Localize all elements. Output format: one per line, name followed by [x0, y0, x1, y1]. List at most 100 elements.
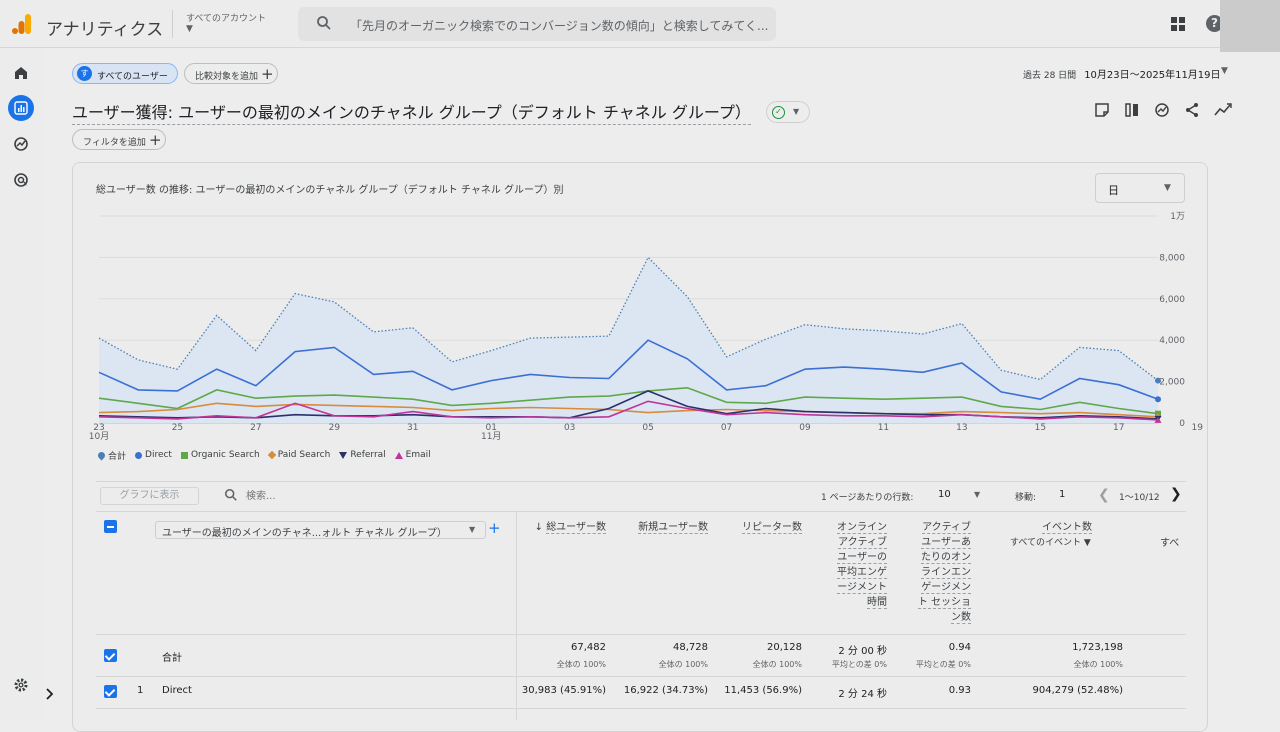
- rows-per-page-label: 1 ページあたりの行数:: [821, 493, 914, 503]
- col-engaged-sessions[interactable]: アクティブユーザーあたりのオンラインエンゲージメント セッション数: [916, 520, 971, 625]
- total-sub: 平均との差 0%: [915, 660, 971, 669]
- legend-marker-icon: [339, 451, 348, 459]
- legend-label: Referral: [350, 450, 386, 460]
- total-sub: 全体の 100%: [556, 660, 606, 669]
- total-row-checkbox[interactable]: [104, 649, 117, 662]
- x-tick-label: 03: [564, 423, 575, 433]
- x-tick-label: 25: [172, 423, 183, 433]
- rows-per-page-select[interactable]: 10: [938, 489, 951, 500]
- sort-desc-icon: ↓: [534, 522, 543, 533]
- total-value: 67,482: [571, 642, 606, 653]
- x-tick-label: 07: [721, 423, 732, 433]
- row-value: 0.93: [948, 685, 971, 696]
- next-page-icon[interactable]: ❯: [1170, 486, 1182, 502]
- row-divider: [96, 676, 1186, 677]
- legend-marker-icon: [135, 451, 143, 459]
- select-all-checkbox[interactable]: [104, 520, 117, 533]
- col-total-users-label: 総ユーザー数: [546, 522, 606, 534]
- total-sub: 全体の 100%: [658, 660, 708, 669]
- legend-marker-icon: [96, 450, 107, 460]
- add-dimension-button[interactable]: +: [488, 519, 501, 537]
- total-sub: 平均との差 0%: [831, 660, 887, 669]
- y-tick-label: 1万: [1170, 212, 1185, 222]
- legend-item[interactable]: Referral: [339, 448, 386, 462]
- x-tick-label: 19: [1191, 423, 1203, 433]
- x-tick-label: 31: [407, 423, 418, 433]
- event-filter-label: すべてのイベント: [1010, 538, 1082, 548]
- page-range: 1〜10/12: [1119, 493, 1160, 503]
- total-row-divider: [96, 634, 1186, 635]
- y-tick-label: 0: [1179, 419, 1185, 429]
- col-engaged-sessions-label: アクティブユーザーあたりのオンラインエンゲージメント セッション数: [917, 522, 971, 624]
- prev-page-icon[interactable]: ❮: [1098, 487, 1110, 503]
- total-row-label: 合計: [162, 653, 182, 664]
- legend-marker-icon: [180, 451, 188, 459]
- x-tick-label: 29: [329, 423, 341, 433]
- total-sub: 全体の 100%: [1073, 660, 1123, 669]
- y-tick-label: 4,000: [1159, 336, 1185, 346]
- dimension-select-label: ユーザーの最初のメインのチャネ...ォルト チャネル グループ）: [162, 528, 447, 539]
- y-tick-label: 2,000: [1159, 378, 1185, 388]
- plot-rows-button[interactable]: グラフに表示: [100, 487, 199, 505]
- dimension-caret-icon: ▼: [469, 525, 476, 534]
- legend-item[interactable]: Direct: [135, 448, 172, 462]
- x-tick-label: 11: [878, 423, 889, 433]
- legend-label: Organic Search: [190, 450, 260, 460]
- event-filter-select[interactable]: すべてのイベント ▼: [1010, 536, 1116, 551]
- legend-marker-icon: [394, 451, 403, 459]
- dimension-select[interactable]: ユーザーの最初のメインのチャネ...ォルト チャネル グループ） ▼: [155, 521, 486, 539]
- legend-item[interactable]: Email: [394, 448, 431, 462]
- goto-label: 移動:: [1015, 493, 1037, 503]
- row-value: 30,983 (45.91%): [521, 685, 606, 696]
- total-value: 0.94: [948, 642, 971, 653]
- x-tick-label: 17: [1113, 423, 1124, 433]
- col-avg-engagement-label: オンラインアクティブユーザーの平均エンゲージメント時間: [837, 522, 887, 609]
- col-total-users[interactable]: ↓ 総ユーザー数: [520, 520, 606, 535]
- rows-caret-icon[interactable]: ▼: [974, 490, 980, 499]
- total-value: 1,723,198: [1072, 642, 1123, 653]
- series-合計-end-marker: [1155, 377, 1161, 384]
- legend-item[interactable]: Organic Search: [180, 448, 260, 462]
- row-index: 1: [137, 685, 144, 696]
- legend-marker-icon: [267, 450, 277, 460]
- row-checkbox[interactable]: [104, 685, 117, 698]
- chart-legend: 合計 Direct Organic Search Paid Search Referra…: [96, 448, 431, 462]
- col-avg-engagement[interactable]: オンラインアクティブユーザーの平均エンゲージメント時間: [832, 520, 887, 610]
- row-value: 16,922 (34.73%): [623, 685, 708, 696]
- table-divider: [96, 481, 1186, 482]
- legend-item[interactable]: Paid Search: [267, 448, 330, 462]
- line-chart: 02,0004,0006,0008,0001万2310月25 27 29 31 0111…: [89, 212, 1203, 442]
- search-icon: [224, 488, 237, 501]
- row-value: 11,453 (56.9%): [724, 685, 802, 696]
- goto-page-input[interactable]: 1: [1059, 489, 1065, 500]
- total-value: 20,128: [767, 642, 802, 653]
- row-value: 2 分 24 秒: [838, 689, 887, 700]
- legend-label: Email: [405, 450, 431, 460]
- table-search-input[interactable]: [246, 488, 446, 504]
- x-tick-label: 15: [1035, 423, 1046, 433]
- legend-label: 合計: [108, 451, 127, 462]
- x-tick-sublabel: 11月: [481, 431, 501, 442]
- x-tick-label: 09: [799, 423, 811, 433]
- col-new-users-label: 新規ユーザー数: [638, 522, 708, 534]
- total-sub: 全体の 100%: [752, 660, 802, 669]
- col-overflow: すべ: [1160, 538, 1180, 549]
- x-tick-label: 27: [250, 423, 261, 433]
- x-tick-sublabel: 10月: [89, 431, 109, 442]
- table-header-divider: [96, 511, 1186, 512]
- row-value: 904,279 (52.48%): [1032, 685, 1123, 696]
- event-caret-icon: ▼: [1083, 538, 1091, 548]
- y-tick-label: 8,000: [1159, 253, 1185, 263]
- x-tick-label: 13: [956, 423, 967, 433]
- series-direct-end-marker: [1155, 396, 1161, 403]
- row-label: Direct: [162, 685, 192, 696]
- total-value: 2 分 00 秒: [838, 646, 887, 657]
- legend-item[interactable]: 合計: [96, 448, 127, 462]
- y-tick-label: 6,000: [1159, 295, 1185, 305]
- col-event-count[interactable]: イベント数: [1010, 520, 1092, 535]
- col-returning-users-label: リピーター数: [742, 522, 802, 534]
- col-new-users[interactable]: 新規ユーザー数: [638, 520, 708, 535]
- col-returning-users[interactable]: リピーター数: [742, 520, 802, 535]
- row-divider: [96, 708, 1186, 709]
- col-event-count-label: イベント数: [1042, 522, 1092, 534]
